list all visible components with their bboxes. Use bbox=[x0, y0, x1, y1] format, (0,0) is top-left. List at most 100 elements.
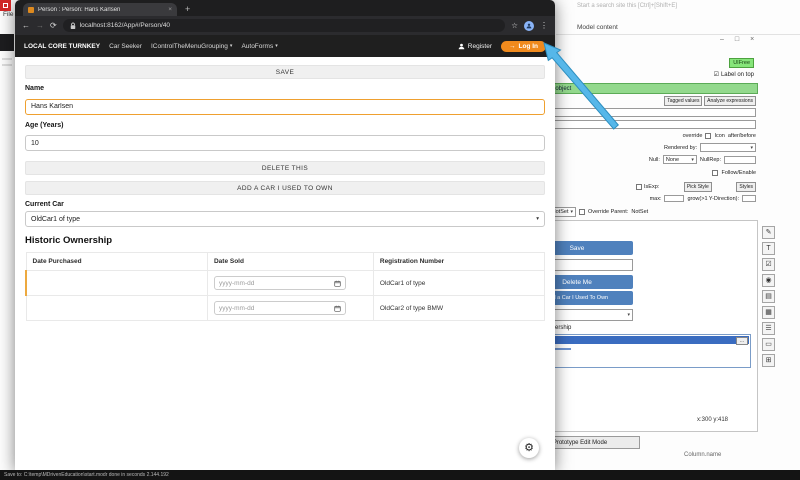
name-input[interactable] bbox=[25, 99, 545, 115]
isexp-checkbox[interactable] bbox=[636, 184, 642, 190]
reload-icon[interactable]: ⟳ bbox=[50, 21, 57, 30]
tab-close-icon[interactable]: × bbox=[168, 6, 172, 13]
label-on-top-row: ☑ Label on top bbox=[714, 71, 754, 78]
isexp-row: IsExp: Pick Style Styles bbox=[636, 182, 756, 192]
override-checkbox[interactable] bbox=[705, 133, 711, 139]
browser-menu-icon[interactable]: ⋮ bbox=[540, 21, 548, 30]
maximize-icon[interactable]: □ bbox=[735, 36, 739, 43]
forward-icon[interactable]: → bbox=[36, 21, 44, 30]
col-date-purchased: Date Purchased bbox=[26, 253, 207, 271]
ownership-table: Date Purchased Date Sold Registration Nu… bbox=[25, 252, 545, 321]
caret-down-icon: ▾ bbox=[627, 312, 630, 318]
ui-badge: UIFree bbox=[729, 58, 754, 68]
nullrep-input[interactable] bbox=[724, 156, 756, 164]
minimize-icon[interactable]: – bbox=[720, 36, 724, 43]
profile-avatar[interactable] bbox=[524, 21, 534, 31]
browser-titlebar: Person : Person: Hans Karlsen × + bbox=[15, 0, 555, 16]
override-label: override bbox=[683, 133, 703, 139]
table-row[interactable]: yyyy-mm-dd OldCar1 of type bbox=[26, 271, 545, 296]
nav-item-menu-grouping[interactable]: IControlTheMenuGrouping ▾ bbox=[151, 43, 232, 50]
left-strip-line bbox=[2, 64, 12, 66]
date-sold-input[interactable]: yyyy-mm-dd bbox=[214, 276, 346, 290]
override-parent-checkbox[interactable] bbox=[579, 209, 585, 215]
date-purchased-cell[interactable] bbox=[26, 296, 207, 321]
follow-enable-checkbox[interactable] bbox=[712, 170, 718, 176]
window-controls: – □ × bbox=[720, 36, 754, 43]
age-label: Age (Years) bbox=[25, 122, 545, 129]
rendered-by-select[interactable]: ▾ bbox=[700, 143, 756, 152]
login-icon: → bbox=[509, 43, 516, 50]
settings-fab[interactable]: ⚙ bbox=[519, 438, 539, 458]
table-row[interactable]: yyyy-mm-dd OldCar2 of type BMW bbox=[26, 296, 545, 321]
list-tool-icon[interactable]: ▤ bbox=[762, 290, 775, 303]
pick-style-button[interactable]: Pick Style bbox=[684, 182, 712, 192]
date-purchased-cell[interactable] bbox=[26, 271, 207, 296]
rendered-by-label: Rendered by: bbox=[664, 145, 697, 151]
coordinates-label: x:300 y:418 bbox=[697, 417, 728, 423]
override-row: override Icon after/before bbox=[683, 133, 756, 139]
registration-cell: OldCar2 of type BMW bbox=[373, 296, 544, 321]
delete-button[interactable]: DELETE THIS bbox=[25, 161, 545, 175]
date-sold-input[interactable]: yyyy-mm-dd bbox=[214, 301, 346, 315]
registration-cell: OldCar1 of type bbox=[373, 271, 544, 296]
max-input[interactable] bbox=[664, 195, 684, 202]
register-label: Register bbox=[468, 43, 492, 50]
tab-title: Person : Person: Hans Karlsen bbox=[38, 7, 164, 13]
table-tool-icon[interactable]: ⊞ bbox=[762, 354, 775, 367]
age-input[interactable] bbox=[25, 135, 545, 151]
icon-label: Icon bbox=[714, 133, 724, 139]
analyze-expressions-button[interactable]: Analyze expressions bbox=[704, 96, 756, 106]
bookmark-star-icon[interactable]: ☆ bbox=[511, 21, 518, 30]
grid-tool-icon[interactable]: ▦ bbox=[762, 306, 775, 319]
calendar-icon[interactable] bbox=[334, 280, 341, 287]
favicon-icon bbox=[28, 7, 34, 13]
follow-enable-label: Follow/Enable bbox=[721, 170, 756, 176]
site-brand[interactable]: LOCAL CORE TURNKEY bbox=[24, 43, 100, 50]
override-parent-value: NotSet bbox=[631, 209, 648, 215]
date-placeholder: yyyy-mm-dd bbox=[219, 305, 254, 312]
nav-item-autoforms[interactable]: AutoForms ▾ bbox=[241, 43, 277, 50]
label-tool-icon[interactable]: T bbox=[762, 242, 775, 255]
search-input-hint[interactable]: Start a search site this [Ctrl]+[Shift+E… bbox=[577, 3, 787, 9]
current-car-value: OldCar1 of type bbox=[31, 216, 80, 223]
back-icon[interactable]: ← bbox=[22, 21, 30, 30]
pencil-tool-icon[interactable]: ✎ bbox=[762, 226, 775, 239]
afterbefore-label: after/before bbox=[728, 133, 756, 139]
calendar-icon[interactable] bbox=[334, 305, 341, 312]
current-car-select[interactable]: OldCar1 of type ▾ bbox=[25, 211, 545, 227]
col-registration: Registration Number bbox=[373, 253, 544, 271]
binding-status-label: Column.name bbox=[684, 452, 721, 458]
app-icon bbox=[0, 0, 11, 11]
taskbar-status-text: Save to: C:\temp\MDrivenEducation\start.… bbox=[4, 472, 169, 478]
textbox-tool-icon[interactable]: ▭ bbox=[762, 338, 775, 351]
listbox-selected-row[interactable] bbox=[523, 336, 749, 344]
designer-listbox[interactable]: ... bbox=[521, 334, 751, 368]
file-menu[interactable]: File bbox=[3, 11, 13, 18]
nav-item-car-seeker[interactable]: Car Seeker bbox=[109, 43, 142, 50]
save-button[interactable]: SAVE bbox=[25, 65, 545, 79]
override-parent-label: Override Parent: bbox=[588, 209, 628, 215]
rows-tool-icon[interactable]: ☰ bbox=[762, 322, 775, 335]
date-sold-cell: yyyy-mm-dd bbox=[207, 271, 373, 296]
styles-button[interactable]: Styles bbox=[736, 182, 756, 192]
background-window-fragment bbox=[0, 34, 14, 51]
null-select[interactable]: None▾ bbox=[663, 155, 697, 164]
checked-checkbox-icon[interactable]: ☑ bbox=[714, 71, 719, 78]
more-button[interactable]: ... bbox=[736, 337, 748, 345]
register-link[interactable]: Register bbox=[458, 43, 492, 50]
close-icon[interactable]: × bbox=[750, 36, 754, 43]
taskbar: Save to: C:\temp\MDrivenEducation\start.… bbox=[0, 470, 800, 480]
name-label: Name bbox=[25, 85, 545, 92]
divider bbox=[556, 34, 800, 35]
tagged-values-button[interactable]: Tagged values bbox=[664, 96, 702, 106]
grow-input[interactable] bbox=[742, 195, 756, 202]
address-bar[interactable]: localhost:8162/App#/Person/40 bbox=[63, 19, 506, 32]
browser-tab[interactable]: Person : Person: Hans Karlsen × bbox=[23, 3, 177, 16]
new-tab-button[interactable]: + bbox=[185, 5, 190, 14]
add-car-button[interactable]: ADD A CAR I USED TO OWN bbox=[25, 181, 545, 195]
login-button[interactable]: → Log In bbox=[501, 41, 546, 52]
override-parent-row: NotSet ▾ Override Parent: NotSet bbox=[520, 207, 756, 217]
radio-tool-icon[interactable]: ◉ bbox=[762, 274, 775, 287]
checkbox-tool-icon[interactable]: ☑ bbox=[762, 258, 775, 271]
current-car-label: Current Car bbox=[25, 201, 545, 208]
